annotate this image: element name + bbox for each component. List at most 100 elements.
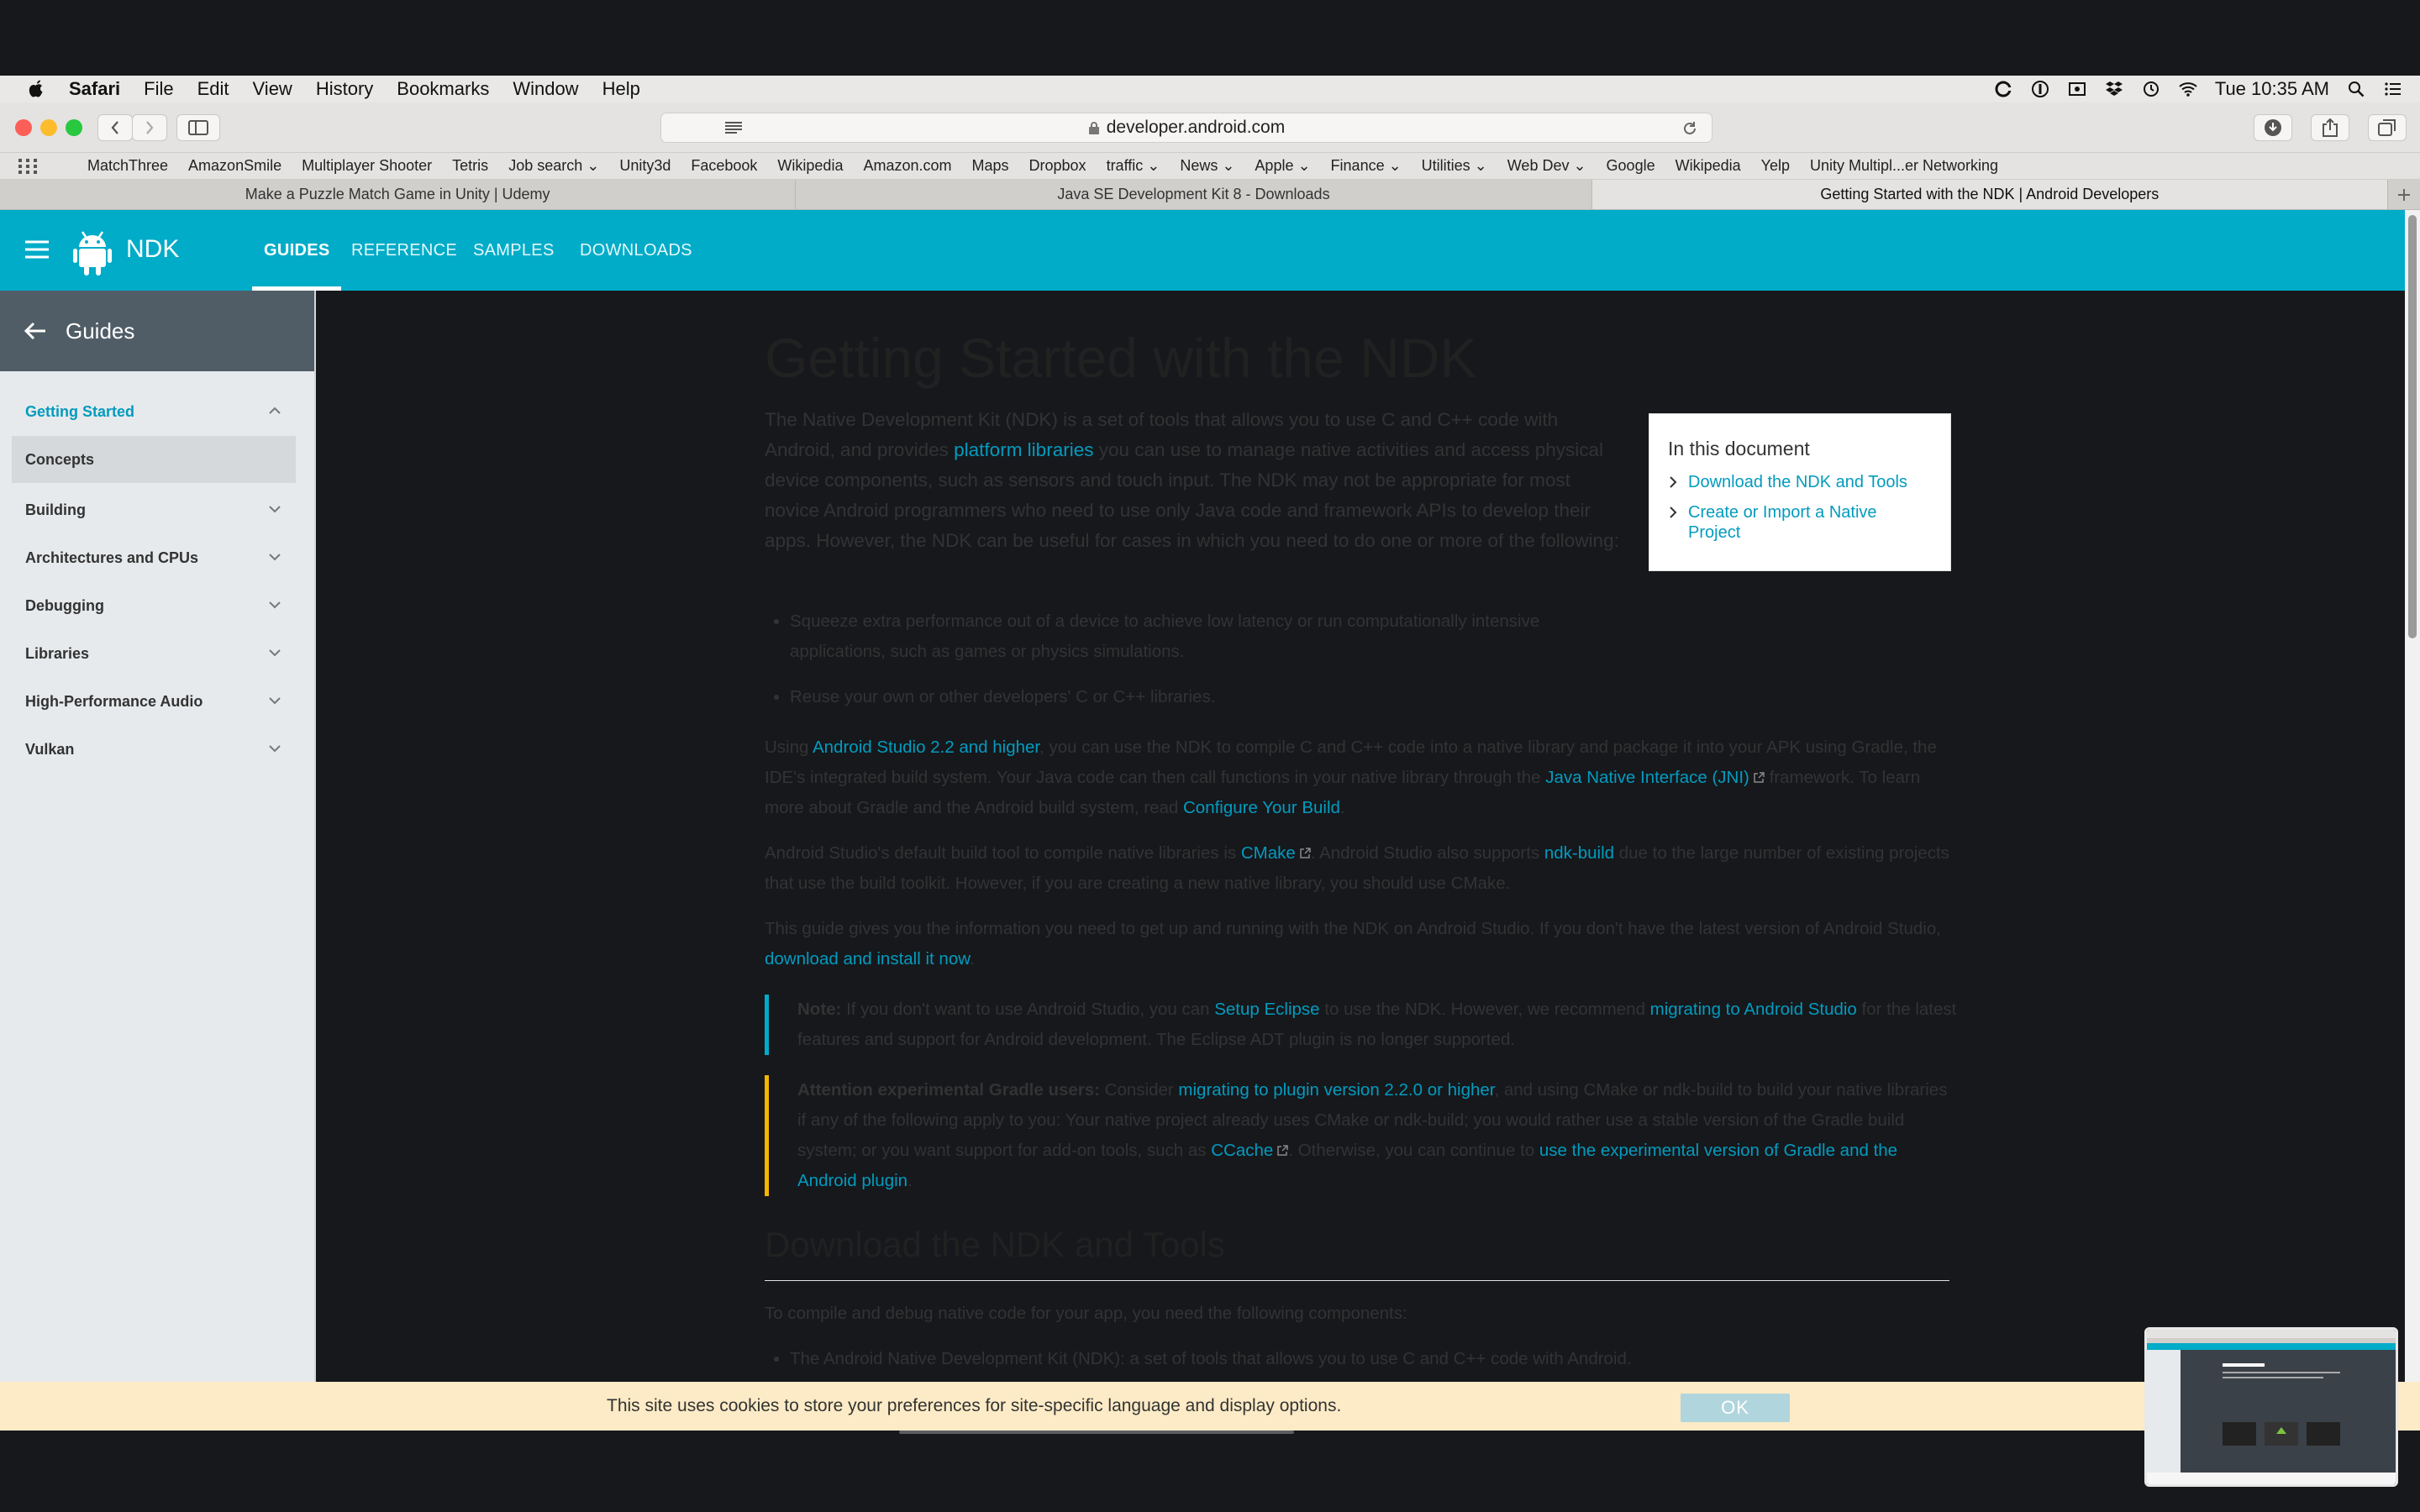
browser-tab-active[interactable]: Getting Started with the NDK | Android D… — [1591, 180, 2388, 209]
nav-reference[interactable]: REFERENCE — [351, 210, 457, 291]
nav-guides[interactable]: GUIDES — [251, 210, 343, 291]
dropbox-icon[interactable] — [2104, 79, 2124, 99]
bookmark-item[interactable]: Unity3d — [619, 157, 671, 175]
menu-edit[interactable]: Edit — [197, 78, 229, 100]
sidebar-item-audio[interactable]: High-Performance Audio — [0, 678, 314, 726]
site-brand[interactable]: NDK — [126, 235, 179, 264]
sidebar-item-building[interactable]: Building — [0, 486, 314, 534]
bookmark-item[interactable]: Multiplayer Shooter — [302, 157, 432, 175]
toc-link[interactable]: Download the NDK and Tools — [1688, 473, 1907, 491]
bookmark-item[interactable]: MatchThree — [87, 157, 168, 175]
sidebar-item-getting-started[interactable]: Getting Started — [0, 388, 314, 436]
bookmark-item[interactable]: Yelp — [1761, 157, 1790, 175]
migrating-android-studio-link[interactable]: migrating to Android Studio — [1650, 1000, 1857, 1019]
sidebar-item-concepts[interactable]: Concepts — [12, 436, 296, 483]
configure-build-link[interactable]: Configure Your Build — [1183, 798, 1340, 817]
sidebar-item-architectures[interactable]: Architectures and CPUs — [0, 534, 314, 582]
sidebar-toggle-button[interactable] — [176, 114, 220, 141]
safari-toolbar: developer.android.com — [0, 102, 2420, 153]
forward-button[interactable] — [132, 114, 167, 141]
share-button[interactable] — [2311, 114, 2349, 141]
browser-tab[interactable]: Make a Puzzle Match Game in Unity | Udem… — [0, 180, 797, 209]
reader-icon[interactable] — [724, 121, 743, 134]
android-studio-link[interactable]: Android Studio 2.2 and higher — [813, 738, 1039, 757]
new-tab-button[interactable] — [2388, 180, 2420, 209]
bookmark-item[interactable]: Unity Multipl...er Networking — [1810, 157, 1998, 175]
menu-view[interactable]: View — [253, 78, 292, 100]
ccache-link[interactable]: CCache — [1211, 1141, 1273, 1160]
browser-tab[interactable]: Java SE Development Kit 8 - Downloads — [796, 180, 1592, 209]
setup-eclipse-link[interactable]: Setup Eclipse — [1214, 1000, 1319, 1019]
menu-bookmarks[interactable]: Bookmarks — [397, 78, 489, 100]
bookmark-folder[interactable]: Utilities ⌄ — [1422, 157, 1487, 175]
android-logo-icon[interactable] — [72, 228, 113, 276]
toc-link[interactable]: Create or Import a Native Project — [1688, 503, 1877, 542]
bookmark-item[interactable]: AmazonSmile — [188, 157, 281, 175]
back-button[interactable] — [97, 114, 133, 141]
notification-center-icon[interactable] — [2383, 79, 2403, 99]
menu-window[interactable]: Window — [513, 78, 578, 100]
bookmark-item[interactable]: Tetris — [452, 157, 488, 175]
bookmark-folder[interactable]: Finance ⌄ — [1331, 157, 1402, 175]
ndk-build-link[interactable]: ndk-build — [1544, 843, 1614, 863]
sidebar-icon — [188, 120, 208, 135]
apple-menu-icon[interactable] — [27, 79, 45, 99]
sidebar-item-libraries[interactable]: Libraries — [0, 630, 314, 678]
hamburger-menu-icon[interactable] — [25, 240, 49, 259]
time-machine-icon[interactable] — [2141, 79, 2161, 99]
text: . — [908, 1171, 913, 1190]
menubar-clock[interactable]: Tue 10:35 AM — [2215, 78, 2329, 100]
chevron-down-icon — [269, 506, 281, 513]
bookmark-item[interactable]: Wikipedia — [1676, 157, 1741, 175]
wifi-icon[interactable] — [2178, 79, 2198, 99]
spotlight-search-icon[interactable] — [2346, 79, 2366, 99]
download-icon — [2265, 119, 2281, 136]
menu-file[interactable]: File — [144, 78, 173, 100]
favorites-grid-icon[interactable] — [18, 158, 37, 174]
bookmark-folder[interactable]: News ⌄ — [1180, 157, 1234, 175]
nav-downloads[interactable]: DOWNLOADS — [580, 210, 692, 291]
bookmark-folder[interactable]: traffic ⌄ — [1107, 157, 1160, 175]
minimize-window-button[interactable] — [40, 119, 57, 136]
sidebar-item-debugging[interactable]: Debugging — [0, 582, 314, 630]
menu-help[interactable]: Help — [602, 78, 640, 100]
list-item: Squeeze extra performance out of a devic… — [790, 606, 1580, 667]
crashplan-icon[interactable] — [1993, 79, 2013, 99]
bookmark-item[interactable]: Maps — [972, 157, 1009, 175]
screen-capture-icon[interactable] — [2067, 79, 2087, 99]
bookmark-folder[interactable]: Job search ⌄ — [508, 157, 599, 175]
toc-item-create-import[interactable]: Create or Import a Native Project — [1668, 502, 1932, 543]
bookmark-item[interactable]: Google — [1607, 157, 1655, 175]
tab-overview-button[interactable] — [2368, 114, 2407, 141]
list-item: Reuse your own or other developers' C or… — [790, 682, 1580, 712]
sidebar-item-vulkan[interactable]: Vulkan — [0, 726, 314, 774]
migrating-plugin-link[interactable]: migrating to plugin version 2.2.0 or hig… — [1178, 1080, 1494, 1100]
toc-item-download[interactable]: Download the NDK and Tools — [1668, 472, 1932, 492]
bookmark-item[interactable]: Wikipedia — [777, 157, 843, 175]
bookmark-item[interactable]: Amazon.com — [863, 157, 951, 175]
menu-safari[interactable]: Safari — [69, 78, 120, 100]
nav-samples[interactable]: SAMPLES — [473, 210, 555, 291]
bookmark-item[interactable]: Dropbox — [1029, 157, 1086, 175]
cookie-ok-button[interactable]: OK — [1681, 1394, 1790, 1422]
jni-link[interactable]: Java Native Interface (JNI) — [1545, 768, 1749, 787]
zoom-window-button[interactable] — [66, 119, 82, 136]
scrollbar-thumb[interactable] — [2408, 215, 2417, 638]
bookmark-folder[interactable]: Apple ⌄ — [1255, 157, 1310, 175]
menu-history[interactable]: History — [316, 78, 373, 100]
close-window-button[interactable] — [15, 119, 32, 136]
guides-sidebar: Guides Getting Started Concepts Building… — [0, 291, 316, 1383]
sidebar-header[interactable]: Guides — [0, 291, 314, 371]
address-bar[interactable]: developer.android.com — [660, 113, 1712, 143]
cmake-link[interactable]: CMake — [1241, 843, 1296, 863]
bookmark-item[interactable]: Facebook — [691, 157, 757, 175]
bookmark-folder[interactable]: Web Dev ⌄ — [1507, 157, 1586, 175]
onepassword-icon[interactable] — [2030, 79, 2050, 99]
page-scrollbar[interactable] — [2405, 210, 2420, 1382]
download-install-link[interactable]: download and install it now — [765, 949, 970, 969]
text: Consider — [1099, 1080, 1179, 1100]
platform-libraries-link[interactable]: platform libraries — [954, 439, 1093, 460]
downloads-button[interactable] — [2254, 114, 2292, 141]
reload-icon[interactable] — [1681, 120, 1698, 137]
screenshot-thumbnail[interactable] — [2144, 1327, 2398, 1487]
